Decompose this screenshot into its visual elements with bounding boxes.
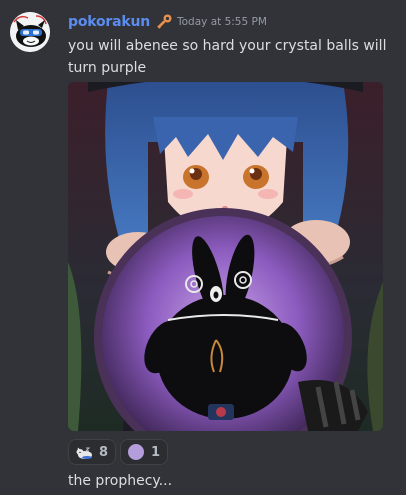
purple-circle-emoji-icon	[128, 444, 145, 460]
image-attachment[interactable]	[68, 82, 383, 431]
timestamp: Today at 5:55 PM	[177, 16, 267, 28]
chat-message: pokorakun Today at 5:55 PM you will aben…	[0, 0, 406, 495]
sleeping-cat-emoji-icon	[76, 447, 92, 459]
attachment-image	[68, 82, 383, 431]
message-header: pokorakun Today at 5:55 PM	[68, 12, 267, 32]
reaction-sleeping-cat[interactable]: 8	[68, 439, 117, 465]
key-icon[interactable]	[155, 13, 173, 31]
reactions-bar: 8 1	[68, 439, 169, 465]
message-text: you will abenee so hard your crystal bal…	[68, 38, 387, 76]
reaction-purple-circle[interactable]: 1	[120, 439, 169, 465]
reaction-count: 1	[151, 444, 161, 460]
avatar-image	[10, 12, 50, 52]
reaction-count: 8	[99, 444, 109, 460]
avatar[interactable]	[10, 12, 50, 52]
username[interactable]: pokorakun	[68, 14, 150, 30]
followup-message-text: the prophecy...	[68, 473, 173, 489]
